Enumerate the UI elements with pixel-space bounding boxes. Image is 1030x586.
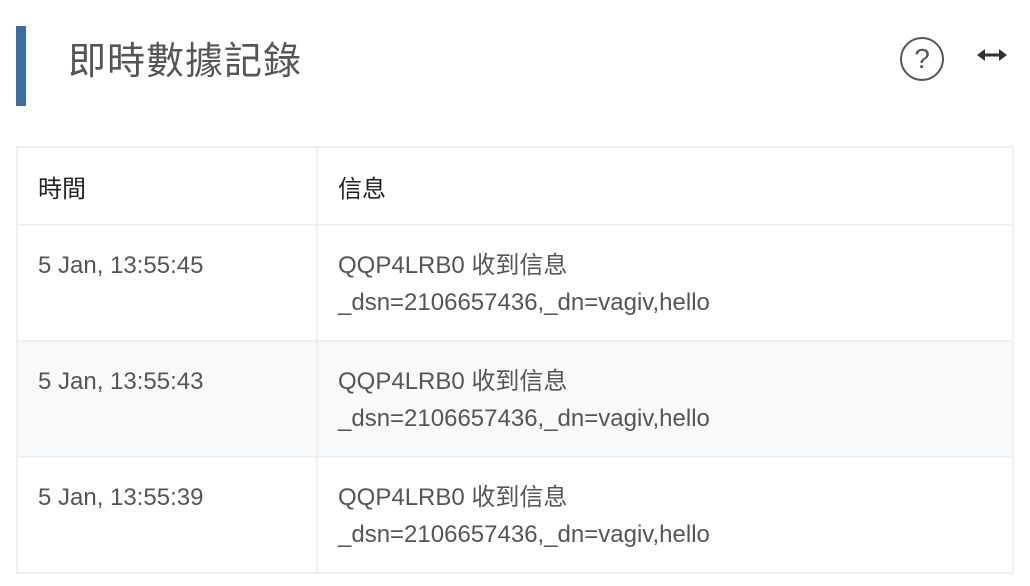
expand-button[interactable] xyxy=(974,40,1010,70)
header-accent-bar xyxy=(16,26,26,106)
message-line: QQP4LRB0 收到信息 xyxy=(338,252,568,279)
column-header-message[interactable]: 信息 xyxy=(316,146,1014,226)
realtime-log-panel: 即時數據記錄 ? 時間 信息 5 Jan, 13:55:45 QQP4LRB0 … xyxy=(0,0,1030,586)
column-header-time[interactable]: 時間 xyxy=(16,146,318,226)
message-line: QQP4LRB0 收到信息 xyxy=(338,484,568,511)
table-header-row: 時間 信息 xyxy=(16,146,1014,226)
log-table: 時間 信息 5 Jan, 13:55:45 QQP4LRB0 收到信息 _dsn… xyxy=(16,146,1014,574)
message-line: _dsn=2106657436,_dn=vagiv,hello xyxy=(338,405,710,432)
page-title: 即時數據記錄 xyxy=(68,39,303,83)
table-row: 5 Jan, 13:55:43 QQP4LRB0 收到信息 _dsn=21066… xyxy=(16,340,1014,458)
message-line: _dsn=2106657436,_dn=vagiv,hello xyxy=(338,521,710,548)
table-row: 5 Jan, 13:55:39 QQP4LRB0 收到信息 _dsn=21066… xyxy=(16,456,1014,574)
panel-header: 即時數據記錄 ? xyxy=(0,0,1030,120)
cell-time: 5 Jan, 13:55:45 xyxy=(16,224,318,342)
message-line: _dsn=2106657436,_dn=vagiv,hello xyxy=(338,289,710,316)
question-icon: ? xyxy=(914,43,930,74)
message-line: QQP4LRB0 收到信息 xyxy=(338,368,568,395)
cell-message: QQP4LRB0 收到信息 _dsn=2106657436,_dn=vagiv,… xyxy=(316,224,1014,342)
help-button[interactable]: ? xyxy=(900,37,944,81)
cell-message: QQP4LRB0 收到信息 _dsn=2106657436,_dn=vagiv,… xyxy=(316,340,1014,458)
cell-time: 5 Jan, 13:55:43 xyxy=(16,340,318,458)
horizontal-arrows-icon xyxy=(977,49,1007,61)
cell-message: QQP4LRB0 收到信息 _dsn=2106657436,_dn=vagiv,… xyxy=(316,456,1014,574)
table-row: 5 Jan, 13:55:45 QQP4LRB0 收到信息 _dsn=21066… xyxy=(16,224,1014,342)
cell-time: 5 Jan, 13:55:39 xyxy=(16,456,318,574)
